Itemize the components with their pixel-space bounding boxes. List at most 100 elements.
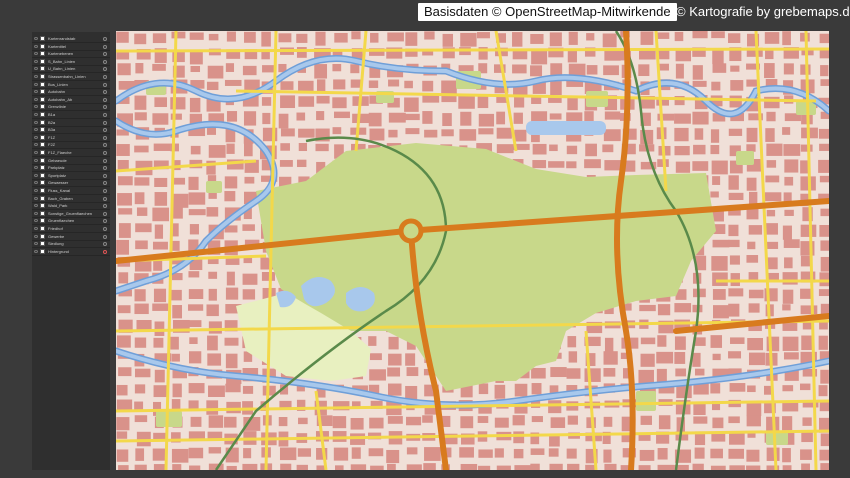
visibility-eye-icon[interactable] bbox=[34, 227, 38, 230]
layer-target-icon[interactable] bbox=[103, 75, 107, 79]
building-block bbox=[388, 383, 402, 396]
layer-target-icon[interactable] bbox=[103, 59, 107, 64]
building-block bbox=[388, 129, 398, 138]
visibility-eye-icon[interactable] bbox=[34, 151, 38, 154]
visibility-eye-icon[interactable] bbox=[34, 97, 38, 101]
visibility-eye-icon[interactable] bbox=[34, 105, 38, 109]
visibility-eye-icon[interactable] bbox=[34, 219, 38, 223]
building-block bbox=[747, 337, 763, 351]
layer-target-icon[interactable] bbox=[103, 135, 107, 140]
layer-target-icon[interactable] bbox=[103, 219, 107, 224]
layer-target-icon[interactable] bbox=[103, 113, 107, 117]
building-block bbox=[423, 463, 436, 470]
layer-target-icon[interactable] bbox=[103, 242, 107, 247]
visibility-eye-icon[interactable] bbox=[34, 181, 38, 185]
building-block bbox=[638, 64, 650, 77]
layer-target-icon[interactable] bbox=[103, 211, 107, 216]
layer-target-icon[interactable] bbox=[103, 105, 107, 110]
visibility-eye-icon[interactable] bbox=[34, 128, 38, 132]
visibility-eye-icon[interactable] bbox=[34, 249, 38, 253]
layer-target-icon[interactable] bbox=[103, 173, 107, 178]
visibility-eye-icon[interactable] bbox=[34, 37, 38, 40]
building-block bbox=[712, 63, 727, 73]
visibility-eye-icon[interactable] bbox=[34, 143, 38, 147]
layer-target-icon[interactable] bbox=[103, 166, 107, 171]
visibility-eye-icon[interactable] bbox=[34, 82, 38, 86]
building-block bbox=[531, 383, 542, 395]
building-block bbox=[369, 128, 385, 141]
layer-target-icon[interactable] bbox=[103, 67, 107, 72]
layer-target-icon[interactable] bbox=[103, 189, 107, 193]
visibility-eye-icon[interactable] bbox=[34, 113, 38, 116]
layer-target-icon[interactable] bbox=[103, 97, 107, 102]
layer-target-icon[interactable] bbox=[103, 82, 107, 87]
visibility-eye-icon[interactable] bbox=[34, 234, 38, 238]
visibility-eye-icon[interactable] bbox=[34, 211, 38, 215]
building-block bbox=[296, 464, 308, 470]
building-block bbox=[585, 143, 597, 157]
building-block bbox=[657, 448, 668, 460]
building-block bbox=[512, 415, 525, 426]
building-block bbox=[207, 335, 218, 351]
building-block bbox=[748, 303, 760, 313]
building-block bbox=[548, 448, 559, 457]
building-block bbox=[550, 63, 563, 76]
map-canvas[interactable] bbox=[116, 31, 829, 470]
visibility-eye-icon[interactable] bbox=[34, 59, 38, 63]
layer-item[interactable]: Hintergrund bbox=[32, 248, 110, 256]
visibility-eye-icon[interactable] bbox=[34, 67, 38, 71]
building-block bbox=[134, 384, 146, 394]
visibility-eye-icon[interactable] bbox=[34, 173, 38, 177]
visibility-eye-icon[interactable] bbox=[34, 158, 38, 162]
visibility-eye-icon[interactable] bbox=[34, 242, 38, 246]
building-block bbox=[766, 111, 776, 122]
building-block bbox=[208, 288, 217, 301]
layer-target-icon[interactable] bbox=[103, 143, 107, 148]
layer-target-icon[interactable] bbox=[103, 196, 107, 201]
building-block bbox=[658, 415, 671, 430]
building-block bbox=[819, 272, 829, 287]
layer-target-icon[interactable] bbox=[103, 120, 107, 125]
layer-target-icon[interactable] bbox=[103, 227, 107, 231]
building-block bbox=[496, 127, 512, 139]
visibility-eye-icon[interactable] bbox=[34, 135, 38, 139]
building-block bbox=[728, 239, 740, 248]
building-block bbox=[712, 417, 724, 429]
building-block bbox=[728, 192, 744, 200]
building-block bbox=[586, 33, 595, 41]
green-space bbox=[636, 391, 656, 411]
layer-target-icon[interactable] bbox=[103, 249, 107, 254]
layer-target-icon[interactable] bbox=[103, 37, 107, 41]
layer-target-icon[interactable] bbox=[103, 52, 107, 57]
building-block bbox=[242, 289, 256, 300]
visibility-eye-icon[interactable] bbox=[34, 166, 38, 170]
visibility-eye-icon[interactable] bbox=[34, 75, 38, 78]
building-block bbox=[369, 353, 382, 361]
layer-thumbnail bbox=[40, 233, 45, 239]
building-block bbox=[532, 143, 547, 155]
building-block bbox=[800, 144, 813, 152]
layer-target-icon[interactable] bbox=[103, 234, 107, 239]
building-block bbox=[152, 207, 170, 222]
layer-target-icon[interactable] bbox=[103, 90, 107, 95]
building-block bbox=[567, 49, 577, 63]
building-block bbox=[388, 336, 399, 350]
building-block bbox=[134, 192, 145, 205]
building-block bbox=[170, 336, 179, 350]
building-block bbox=[153, 143, 171, 151]
visibility-eye-icon[interactable] bbox=[34, 120, 38, 124]
layer-target-icon[interactable] bbox=[103, 151, 107, 155]
layer-target-icon[interactable] bbox=[103, 204, 107, 209]
visibility-eye-icon[interactable] bbox=[34, 204, 38, 208]
visibility-eye-icon[interactable] bbox=[34, 44, 38, 48]
layer-target-icon[interactable] bbox=[103, 44, 107, 49]
visibility-eye-icon[interactable] bbox=[34, 52, 38, 56]
visibility-eye-icon[interactable] bbox=[34, 189, 38, 192]
layer-target-icon[interactable] bbox=[103, 128, 107, 133]
layer-target-icon[interactable] bbox=[103, 158, 107, 163]
city-map[interactable] bbox=[116, 31, 829, 470]
visibility-eye-icon[interactable] bbox=[34, 196, 38, 200]
layer-target-icon[interactable] bbox=[103, 181, 107, 186]
visibility-eye-icon[interactable] bbox=[34, 90, 38, 94]
building-block bbox=[406, 367, 419, 377]
